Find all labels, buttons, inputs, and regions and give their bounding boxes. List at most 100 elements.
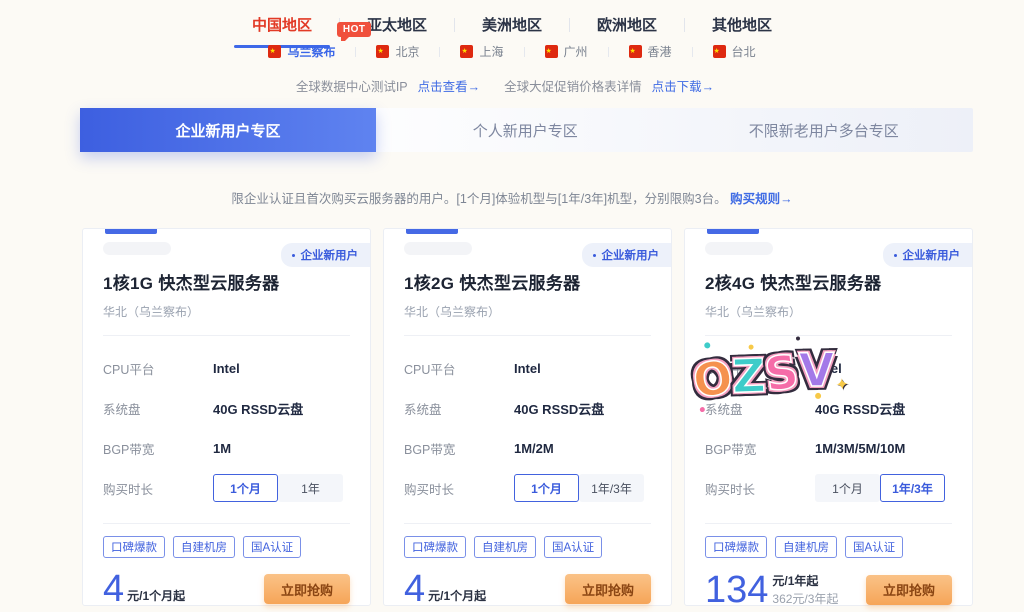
tag-certified: 国A认证	[845, 536, 903, 558]
region-tab-americas[interactable]: 美洲地区	[455, 10, 569, 39]
city-label: 上海	[479, 43, 503, 60]
card-region: 华北（乌兰察布）	[103, 303, 350, 320]
spec-label: BGP带宽	[705, 439, 815, 458]
region-tab-label: 美洲地区	[482, 17, 542, 34]
spec-value: Intel	[514, 361, 541, 376]
buy-now-button[interactable]: 立即抢购	[565, 574, 651, 604]
price-unit-block: 元/1年起 362元/3年起	[772, 572, 838, 607]
city-tab-beijing[interactable]: ★ 北京	[356, 41, 439, 62]
divider	[103, 523, 350, 524]
hot-badge: HOT	[337, 22, 372, 37]
faded-label-placeholder	[705, 242, 773, 255]
duration-option-1month[interactable]: 1个月	[213, 474, 278, 502]
tag-popular: 口碑爆款	[103, 536, 165, 558]
spec-row-duration: 购买时长 1个月 1年/3年	[705, 468, 952, 508]
card-accent-bar	[707, 229, 759, 234]
notice-text: 限企业认证且首次购买云服务器的用户。[1个月]体验机型与[1年/3年]机型，分别…	[231, 192, 726, 206]
card-region: 华北（乌兰察布）	[404, 303, 651, 320]
city-tab-shanghai[interactable]: ★ 上海	[440, 41, 523, 62]
card-title: 1核1G 快杰型云服务器	[103, 269, 350, 294]
badge-dot-icon	[894, 254, 897, 257]
feature-tags: 口碑爆款 自建机房 国A认证	[705, 536, 952, 558]
spec-label: CPU平台	[404, 359, 514, 378]
tab-multi-server[interactable]: 不限新老用户多台专区	[675, 108, 974, 152]
badge-label: 企业新用户	[602, 250, 660, 262]
badge-dot-icon	[292, 254, 295, 257]
spec-row-cpu: CPU平台 Intel	[404, 348, 651, 388]
download-price-link[interactable]: 点击下载→	[652, 76, 715, 95]
china-flag-icon: ★	[268, 45, 281, 58]
enterprise-badge: 企业新用户	[883, 243, 973, 267]
server-card-2c4g: 企业新用户 2核4G 快杰型云服务器 华北（乌兰察布） CPU平台 Intel …	[684, 228, 973, 606]
enterprise-badge: 企业新用户	[582, 243, 672, 267]
region-tab-bar: 中国地区 亚太地区 美洲地区 欧洲地区 其他地区	[0, 10, 1024, 39]
region-tab-label: 亚太地区	[367, 17, 427, 34]
tag-certified: 国A认证	[243, 536, 301, 558]
china-flag-icon: ★	[545, 45, 558, 58]
promo-price-label: 全球大促促销价格表详情	[504, 76, 642, 95]
tag-own-datacenter: 自建机房	[173, 536, 235, 558]
tag-popular: 口碑爆款	[404, 536, 466, 558]
city-label: 香港	[648, 43, 672, 60]
region-tab-china[interactable]: 中国地区	[225, 10, 339, 39]
china-flag-icon: ★	[376, 45, 389, 58]
purchase-rules-link[interactable]: 购买规则→	[730, 192, 793, 206]
region-tab-label: 中国地区	[252, 17, 312, 34]
region-tab-label: 欧洲地区	[597, 17, 657, 34]
spec-value: 40G RSSD云盘	[514, 399, 604, 418]
view-ip-link[interactable]: 点击查看→	[418, 76, 481, 95]
tab-enterprise-new-user[interactable]: 企业新用户专区	[80, 108, 376, 152]
spec-label: 系统盘	[705, 399, 815, 418]
tag-certified: 国A认证	[544, 536, 602, 558]
duration-option-1month[interactable]: 1个月	[514, 474, 579, 502]
region-tab-europe[interactable]: 欧洲地区	[570, 10, 684, 39]
china-flag-icon: ★	[629, 45, 642, 58]
badge-label: 企业新用户	[301, 250, 359, 262]
city-tab-hongkong[interactable]: ★ 香港	[609, 41, 692, 62]
spec-row-bandwidth: BGP带宽 1M	[103, 428, 350, 468]
spec-label: BGP带宽	[103, 439, 213, 458]
duration-option-1-3year[interactable]: 1年/3年	[579, 474, 644, 502]
tag-own-datacenter: 自建机房	[775, 536, 837, 558]
spec-value: 1M/3M/5M/10M	[815, 441, 905, 456]
region-tab-label: 其他地区	[712, 17, 772, 34]
city-tab-guangzhou[interactable]: ★ 广州	[525, 41, 608, 62]
faded-label-placeholder	[103, 242, 171, 255]
price-sub-unit: 362元/3年起	[772, 590, 838, 607]
user-zone-tab-bar: 企业新用户专区 个人新用户专区 不限新老用户多台专区	[80, 108, 973, 152]
tag-own-datacenter: 自建机房	[474, 536, 536, 558]
card-accent-bar	[406, 229, 458, 234]
divider	[404, 523, 651, 524]
price-unit: 元/1个月起	[127, 587, 185, 606]
enterprise-badge: 企业新用户	[281, 243, 371, 267]
city-label: 台北	[732, 43, 756, 60]
price-row: 4 元/1个月起 立即抢购	[404, 572, 651, 606]
tab-personal-new-user[interactable]: 个人新用户专区	[376, 108, 675, 152]
price-number: 4	[404, 572, 425, 606]
spec-label: BGP带宽	[404, 439, 514, 458]
spec-label: 系统盘	[404, 399, 514, 418]
price: 134 元/1年起 362元/3年起	[705, 572, 838, 607]
tag-popular: 口碑爆款	[705, 536, 767, 558]
city-tab-ulanqab[interactable]: ★ 乌兰察布 HOT	[248, 41, 355, 62]
spec-value: Intel	[815, 361, 842, 376]
duration-option-1month[interactable]: 1个月	[815, 474, 880, 502]
price: 4 元/1个月起	[103, 572, 185, 606]
spec-row-disk: 系统盘 40G RSSD云盘	[103, 388, 350, 428]
city-tab-taipei[interactable]: ★ 台北	[693, 41, 776, 62]
spec-value: 40G RSSD云盘	[815, 399, 905, 418]
duration-option-1-3year[interactable]: 1年/3年	[880, 474, 945, 502]
price: 4 元/1个月起	[404, 572, 486, 606]
buy-now-button[interactable]: 立即抢购	[866, 575, 952, 605]
city-label: 广州	[564, 43, 588, 60]
spec-row-bandwidth: BGP带宽 1M/3M/5M/10M	[705, 428, 952, 468]
badge-dot-icon	[593, 254, 596, 257]
spec-value: 1M	[213, 441, 231, 456]
server-card-1c1g: 企业新用户 1核1G 快杰型云服务器 华北（乌兰察布） CPU平台 Intel …	[82, 228, 371, 606]
duration-option-1year[interactable]: 1年	[278, 474, 343, 502]
spec-label: CPU平台	[103, 359, 213, 378]
card-accent-bar	[105, 229, 157, 234]
buy-now-button[interactable]: 立即抢购	[264, 574, 350, 604]
region-tab-other[interactable]: 其他地区	[685, 10, 799, 39]
duration-options: 1个月 1年/3年	[514, 474, 644, 502]
